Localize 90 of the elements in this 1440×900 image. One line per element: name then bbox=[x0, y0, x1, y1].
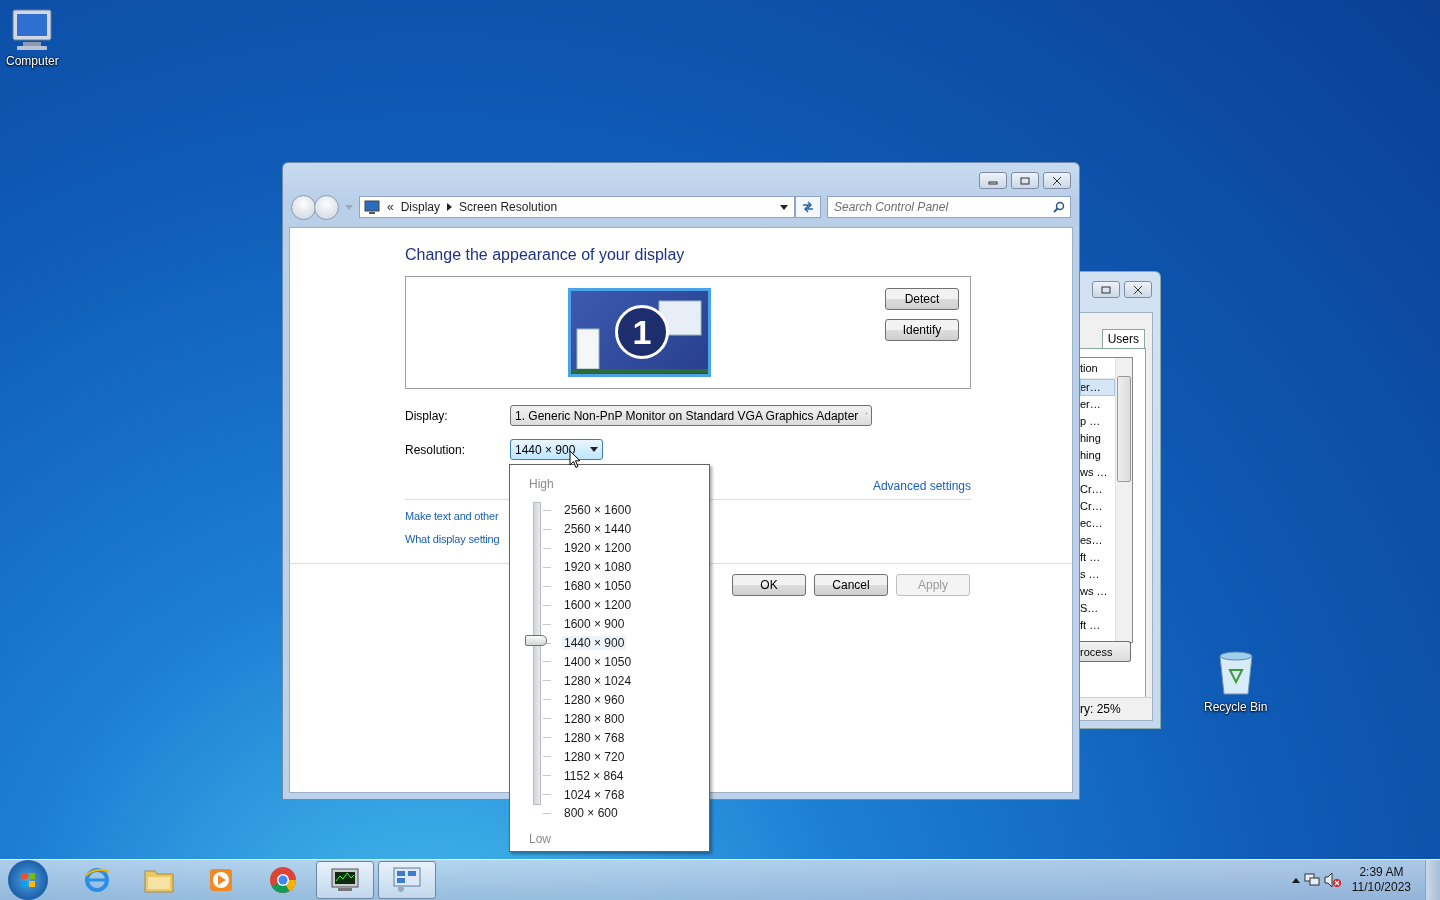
resolution-option[interactable]: 1280 × 960 bbox=[562, 692, 627, 707]
help-link[interactable]: Make text and other bbox=[405, 510, 499, 522]
breadcrumb-item[interactable]: Screen Resolution bbox=[459, 200, 558, 214]
chevron-icon[interactable] bbox=[447, 203, 453, 211]
desktop-icon-label[interactable]: Computer bbox=[6, 54, 59, 68]
resolution-option[interactable]: 1680 × 1050 bbox=[562, 579, 634, 594]
resolution-option[interactable]: 1280 × 1024 bbox=[562, 673, 634, 688]
list-row[interactable]: Cr… bbox=[1080, 481, 1115, 498]
start-button[interactable] bbox=[8, 860, 48, 900]
list-row[interactable]: Cr… bbox=[1080, 498, 1115, 515]
list-row[interactable]: ft … bbox=[1080, 617, 1115, 634]
desktop-icon-label[interactable]: Recycle Bin bbox=[1204, 700, 1268, 714]
breadcrumb-item[interactable]: Display bbox=[400, 200, 441, 214]
minimize-button[interactable] bbox=[979, 172, 1007, 189]
refresh-icon bbox=[801, 201, 815, 213]
search-icon bbox=[1053, 201, 1065, 213]
resolution-option[interactable]: 1600 × 1200 bbox=[562, 598, 634, 613]
list-row[interactable]: s … bbox=[1080, 566, 1115, 583]
restore-icon bbox=[1020, 176, 1030, 185]
tab[interactable]: Users bbox=[1101, 329, 1145, 348]
list-row[interactable]: er… bbox=[1080, 396, 1115, 413]
resolution-option[interactable]: 1440 × 900 bbox=[562, 636, 627, 651]
resolution-option[interactable]: 1280 × 720 bbox=[562, 749, 627, 764]
resolution-option[interactable]: 2560 × 1440 bbox=[562, 522, 634, 537]
close-button[interactable] bbox=[1043, 172, 1071, 189]
advanced-settings-link[interactable]: Advanced settings bbox=[872, 479, 971, 493]
status-text: ry: 25% bbox=[1080, 702, 1121, 716]
slider-end-label: Low bbox=[529, 831, 552, 848]
address-bar[interactable]: « Display Screen Resolution bbox=[359, 196, 795, 218]
scrollbar[interactable] bbox=[1115, 358, 1132, 642]
back-button[interactable] bbox=[291, 194, 316, 220]
resolution-option[interactable]: 1600 × 900 bbox=[562, 617, 627, 632]
monitor-graph-icon bbox=[330, 868, 360, 892]
volume-muted-icon[interactable] bbox=[1323, 872, 1342, 888]
resolution-dropdown[interactable]: 1440 × 900 bbox=[510, 439, 603, 460]
slider-end-label: High bbox=[529, 477, 555, 493]
list-row[interactable]: ec… bbox=[1080, 515, 1115, 532]
resolution-option[interactable]: 1280 × 800 bbox=[562, 711, 627, 726]
page-heading: Change the appearance of your display bbox=[405, 246, 686, 264]
resolution-option[interactable]: 800 × 600 bbox=[562, 806, 620, 821]
resolution-option[interactable]: 1024 × 768 bbox=[562, 787, 627, 802]
search-field[interactable]: Search Control Panel bbox=[827, 196, 1071, 218]
four-squares-icon bbox=[21, 873, 35, 887]
preview-button[interactable]: Identify bbox=[885, 319, 959, 341]
caret-icon[interactable] bbox=[780, 204, 788, 210]
close-button[interactable] bbox=[1124, 281, 1152, 298]
list-row[interactable]: p … bbox=[1080, 413, 1115, 430]
show-hidden-icons-icon[interactable] bbox=[1291, 877, 1300, 883]
monitor-number: 1 bbox=[615, 305, 669, 359]
resolution-option[interactable]: 1400 × 1050 bbox=[562, 654, 634, 669]
list-row[interactable]: ft … bbox=[1080, 549, 1115, 566]
list-row[interactable]: er… bbox=[1080, 379, 1115, 396]
network-icon[interactable] bbox=[1303, 873, 1320, 887]
end-process-button[interactable]: rocess bbox=[1080, 641, 1131, 662]
display-dropdown[interactable]: 1. Generic Non-PnP Monitor on Standard VGA Graphics Adapter bbox=[510, 405, 872, 426]
monitor-tile[interactable]: 1 bbox=[568, 288, 711, 377]
resolution-option[interactable]: 2560 × 1600 bbox=[562, 503, 634, 518]
caret-icon bbox=[590, 447, 598, 452]
resolution-slider[interactable] bbox=[525, 502, 547, 805]
letter-e-icon bbox=[83, 866, 111, 894]
close-icon bbox=[1052, 176, 1062, 185]
play-icon bbox=[209, 868, 233, 892]
list-row[interactable]: es… bbox=[1080, 532, 1115, 549]
preview-button[interactable]: Detect bbox=[885, 288, 959, 310]
list-row[interactable]: ws … bbox=[1080, 583, 1115, 600]
dialog-button[interactable]: OK bbox=[732, 574, 806, 596]
folder-icon bbox=[144, 867, 174, 893]
list-row[interactable]: S… bbox=[1080, 600, 1115, 617]
field-label: Display: bbox=[405, 408, 449, 423]
control-panel-icon bbox=[392, 867, 422, 893]
restore-icon bbox=[1101, 285, 1111, 294]
resolution-option[interactable]: 1920 × 1200 bbox=[562, 541, 634, 556]
dialog-button[interactable]: Cancel bbox=[814, 574, 888, 596]
help-link[interactable]: What display setting bbox=[405, 533, 500, 545]
field-label: Resolution: bbox=[405, 442, 467, 457]
taskbar-button[interactable] bbox=[316, 861, 374, 899]
resolution-option[interactable]: 1280 × 768 bbox=[562, 730, 627, 745]
list-row[interactable]: hing bbox=[1080, 430, 1115, 447]
close-icon bbox=[1133, 285, 1143, 294]
clock[interactable]: 2:39 AM 11/10/2023 bbox=[1351, 865, 1411, 895]
resolution-option[interactable]: 1920 × 1080 bbox=[562, 560, 634, 575]
refresh-button[interactable] bbox=[795, 196, 821, 218]
slider-thumb[interactable] bbox=[525, 634, 547, 646]
circle-logo-icon bbox=[269, 866, 297, 894]
breadcrumb-overflow[interactable]: « bbox=[387, 200, 394, 214]
monitor-icon bbox=[364, 200, 380, 214]
resolution-option[interactable]: 1152 × 864 bbox=[562, 768, 626, 783]
list-row[interactable]: hing bbox=[1080, 447, 1115, 464]
list-row[interactable]: ws … bbox=[1080, 464, 1115, 481]
forward-button[interactable] bbox=[314, 194, 339, 220]
